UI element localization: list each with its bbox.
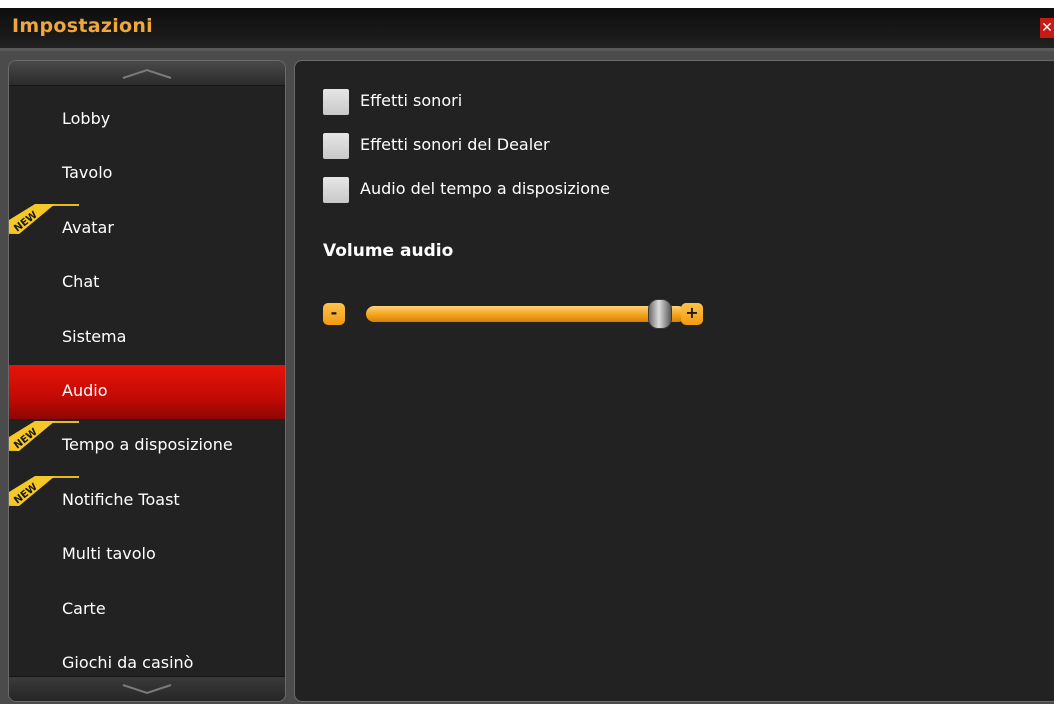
sidebar-item-notifiche-toast[interactable]: NEW Notifiche Toast <box>9 474 285 528</box>
sidebar-item-label: Audio <box>62 380 108 400</box>
scroll-up-button[interactable] <box>9 61 285 86</box>
effetti-sonori-dealer-label: Effetti sonori del Dealer <box>360 135 550 154</box>
window-title: Impostazioni <box>12 15 153 37</box>
sidebar-item-tempo-a-disposizione[interactable]: NEW Tempo a disposizione <box>9 419 285 473</box>
close-button[interactable]: ✕ <box>1040 18 1054 38</box>
sidebar-item-multi-tavolo[interactable]: Multi tavolo <box>9 528 285 582</box>
settings-menu: Lobby Tavolo NEW Avatar Chat Sistema Audio NEW T… <box>9 93 285 691</box>
audio-tempo-label: Audio del tempo a disposizione <box>360 179 610 198</box>
sidebar-item-audio[interactable]: Audio <box>9 364 285 420</box>
title-bar: Impostazioni ✕ <box>0 8 1054 51</box>
effetti-sonori-checkbox[interactable] <box>323 89 349 115</box>
audio-settings-panel: Effetti sonori Effetti sonori del Dealer… <box>294 60 1054 702</box>
close-icon: ✕ <box>1041 20 1053 36</box>
audio-tempo-checkbox[interactable] <box>323 177 349 203</box>
chevron-up-icon <box>122 68 172 79</box>
volume-title: Volume audio <box>323 241 454 261</box>
settings-sidebar: Lobby Tavolo NEW Avatar Chat Sistema Audio NEW T… <box>8 60 286 702</box>
volume-down-button[interactable]: - <box>323 303 345 325</box>
sidebar-item-sistema[interactable]: Sistema <box>9 311 285 365</box>
sidebar-item-label: Carte <box>62 598 106 618</box>
scroll-down-button[interactable] <box>9 676 285 701</box>
sidebar-item-lobby[interactable]: Lobby <box>9 93 285 147</box>
sidebar-item-label: Sistema <box>62 326 127 346</box>
effetti-sonori-dealer-checkbox[interactable] <box>323 133 349 159</box>
volume-up-button[interactable]: + <box>681 303 703 325</box>
sidebar-item-avatar[interactable]: NEW Avatar <box>9 202 285 256</box>
volume-thumb[interactable] <box>648 299 673 329</box>
sidebar-item-label: Lobby <box>62 109 111 128</box>
volume-slider[interactable]: - + <box>323 299 723 329</box>
effetti-sonori-label: Effetti sonori <box>360 91 463 110</box>
settings-window: Impostazioni ✕ Lobby Tavolo NEW Avatar Chat S… <box>0 0 1054 704</box>
top-edge <box>0 0 1054 8</box>
chevron-down-icon <box>122 684 172 695</box>
sidebar-item-label: Tavolo <box>62 163 113 183</box>
volume-fill <box>366 306 660 322</box>
sidebar-item-label: Notifiche Toast <box>62 489 180 509</box>
sidebar-item-label: Chat <box>62 272 100 292</box>
sidebar-item-label: Giochi da casinò <box>62 652 194 672</box>
sidebar-item-label: Tempo a disposizione <box>62 435 233 455</box>
sidebar-item-tavolo[interactable]: Tavolo <box>9 147 285 201</box>
volume-track[interactable] <box>366 306 686 322</box>
sidebar-item-label: Avatar <box>62 217 114 237</box>
sidebar-item-carte[interactable]: Carte <box>9 583 285 637</box>
sidebar-item-label: Multi tavolo <box>62 544 156 564</box>
sidebar-item-chat[interactable]: Chat <box>9 256 285 310</box>
